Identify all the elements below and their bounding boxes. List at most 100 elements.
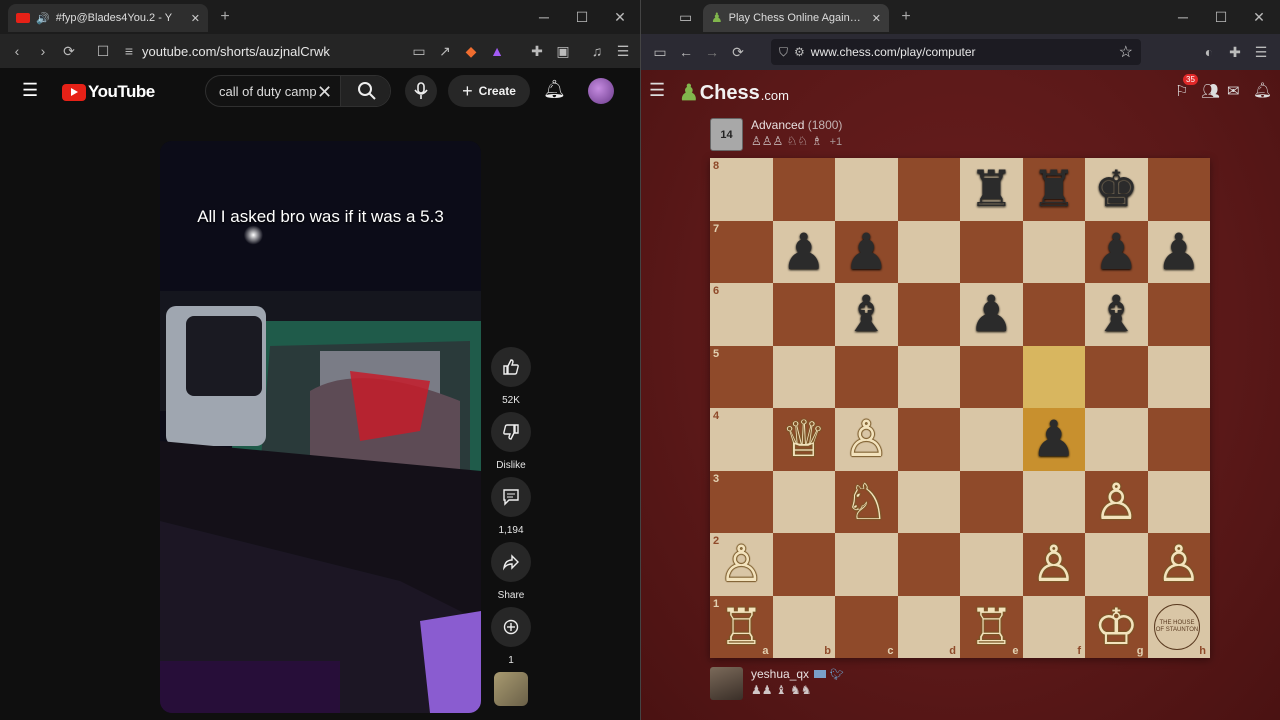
- address-bar-right[interactable]: www.chess.com/play/computer: [811, 45, 976, 59]
- black-piece-c6[interactable]: ♝: [835, 283, 898, 346]
- square-b5[interactable]: [772, 345, 835, 408]
- square-a3[interactable]: 3: [710, 470, 773, 533]
- comments-action[interactable]: 1,194: [490, 477, 532, 536]
- cast-icon[interactable]: ▭: [406, 38, 432, 64]
- square-g6[interactable]: ♝: [1085, 283, 1148, 346]
- bookmark-icon[interactable]: ☐: [90, 38, 116, 64]
- youtube-logo[interactable]: YouTube: [62, 82, 155, 102]
- thumbs-up-icon[interactable]: [491, 347, 531, 387]
- square-h8[interactable]: [1147, 158, 1210, 221]
- square-d1[interactable]: d: [897, 595, 960, 658]
- black-piece-f4[interactable]: ♟: [1023, 408, 1086, 471]
- square-f6[interactable]: [1022, 283, 1085, 346]
- square-g5[interactable]: [1085, 345, 1148, 408]
- square-h6[interactable]: [1147, 283, 1210, 346]
- sidebar-icon[interactable]: ▣: [550, 38, 576, 64]
- extensions-icon[interactable]: ✚: [524, 38, 550, 64]
- white-piece-c3[interactable]: ♘: [835, 471, 898, 534]
- square-g1[interactable]: g ♔: [1085, 595, 1148, 659]
- black-piece-e6[interactable]: ♟: [960, 283, 1023, 346]
- hamburger-menu-icon[interactable]: ☰: [22, 80, 38, 101]
- like-action[interactable]: 52K: [490, 347, 532, 406]
- square-b2[interactable]: [772, 533, 835, 596]
- tab-youtube[interactable]: 🔊 #fyp@Blades4You.2 - Y ✕: [8, 4, 208, 32]
- square-b3[interactable]: [772, 470, 835, 533]
- back-icon-right[interactable]: ←: [673, 39, 699, 65]
- thumbs-down-icon[interactable]: [491, 412, 531, 452]
- close-window-button-right[interactable]: ✕: [1239, 0, 1279, 34]
- square-g2[interactable]: [1085, 533, 1148, 596]
- white-piece-g3[interactable]: ♙: [1085, 471, 1148, 534]
- square-f1[interactable]: f: [1022, 595, 1085, 658]
- square-a2[interactable]: 2 ♙: [710, 533, 773, 596]
- menu-icon[interactable]: ☰: [610, 38, 636, 64]
- extensions-icon-right[interactable]: ✚: [1222, 39, 1248, 65]
- square-g8[interactable]: ♚: [1085, 158, 1148, 221]
- account-icon[interactable]: ◐: [1196, 39, 1222, 65]
- black-piece-g6[interactable]: ♝: [1085, 283, 1148, 346]
- white-piece-h2[interactable]: ♙: [1148, 533, 1211, 596]
- sidebar-toggle-icon[interactable]: ▭: [647, 39, 673, 65]
- search-input[interactable]: call of duty camp: [219, 84, 317, 99]
- opponent-name[interactable]: Advanced: [751, 118, 804, 132]
- square-c4[interactable]: ♙: [835, 408, 898, 471]
- messages-icon[interactable]: ✉: [1227, 82, 1240, 100]
- square-b7[interactable]: ♟: [772, 220, 835, 283]
- square-b8[interactable]: [772, 158, 835, 221]
- close-tab-icon[interactable]: ✕: [191, 12, 200, 25]
- shorts-video-player[interactable]: All I asked bro was if it was a 5.3: [160, 141, 481, 713]
- forward-icon[interactable]: ›: [30, 38, 56, 64]
- new-tab-button-right[interactable]: +: [895, 6, 917, 28]
- square-f5[interactable]: [1022, 345, 1085, 408]
- square-h2[interactable]: ♙: [1147, 533, 1211, 596]
- square-g7[interactable]: ♟: [1085, 220, 1148, 284]
- white-piece-e1[interactable]: ♖: [960, 596, 1023, 659]
- audio-icon[interactable]: 🔊: [36, 12, 50, 25]
- square-c8[interactable]: [835, 158, 898, 221]
- square-f2[interactable]: ♙: [1022, 533, 1086, 596]
- square-a5[interactable]: 5: [710, 345, 773, 408]
- square-c7[interactable]: ♟: [835, 220, 898, 284]
- friends-icon[interactable]: 👥︎: [1201, 82, 1220, 100]
- menu-icon-right[interactable]: ☰: [1248, 39, 1274, 65]
- settings-bell-icon[interactable]: 🔔︎: [1253, 81, 1272, 99]
- square-a6[interactable]: 6: [710, 283, 773, 346]
- square-f7[interactable]: [1022, 220, 1085, 283]
- square-a1[interactable]: 1 a ♖: [710, 595, 773, 659]
- voice-search-button[interactable]: [405, 75, 437, 107]
- chess-board[interactable]: 8 ♜ ♜ ♚ 7 ♟ ♟ ♟ ♟ 6 ♝ ♟ ♝ 5 4 ♕ ♙ ♟ 3 ♘ ♙ 2 ♙ ♙ ♙ 1 a ♖ b c d e ♖ f g ♔ h THE…: [710, 158, 1210, 658]
- square-a7[interactable]: 7: [710, 220, 773, 283]
- white-piece-c4[interactable]: ♙: [835, 408, 898, 471]
- square-d7[interactable]: [897, 220, 960, 283]
- black-piece-g8[interactable]: ♚: [1085, 158, 1148, 221]
- media-icon[interactable]: ♫: [584, 38, 610, 64]
- notifications-bell-icon[interactable]: 🔔︎: [543, 79, 566, 100]
- square-d4[interactable]: [897, 408, 960, 471]
- create-button[interactable]: + Create: [448, 75, 530, 107]
- black-piece-h7[interactable]: ♟: [1148, 221, 1211, 284]
- white-piece-a1[interactable]: ♖: [710, 596, 773, 659]
- white-piece-f2[interactable]: ♙: [1023, 533, 1086, 596]
- black-piece-g7[interactable]: ♟: [1085, 221, 1148, 284]
- square-c6[interactable]: ♝: [835, 283, 898, 346]
- site-info-icon[interactable]: ≡: [116, 38, 142, 64]
- square-e6[interactable]: ♟: [960, 283, 1023, 346]
- black-piece-c7[interactable]: ♟: [835, 221, 898, 284]
- square-d3[interactable]: [897, 470, 960, 533]
- brave-shield-icon[interactable]: ◆: [458, 38, 484, 64]
- white-piece-g1[interactable]: ♔: [1085, 596, 1148, 659]
- square-f3[interactable]: [1022, 470, 1085, 533]
- clear-search-icon[interactable]: ✕: [317, 82, 332, 103]
- square-e4[interactable]: [960, 408, 1023, 471]
- close-tab-right-icon[interactable]: ✕: [872, 12, 881, 25]
- square-g3[interactable]: ♙: [1085, 470, 1148, 534]
- square-d5[interactable]: [897, 345, 960, 408]
- chess-logo[interactable]: ♟ Chess .com: [679, 80, 789, 106]
- tab-chess[interactable]: ♟ Play Chess Online Against the C ✕: [703, 4, 889, 32]
- back-icon[interactable]: ‹: [4, 38, 30, 64]
- reload-icon-right[interactable]: ⟳: [725, 39, 751, 65]
- player-avatar[interactable]: [710, 667, 743, 700]
- square-d6[interactable]: [897, 283, 960, 346]
- new-tab-button[interactable]: +: [214, 6, 236, 28]
- comment-icon[interactable]: [491, 477, 531, 517]
